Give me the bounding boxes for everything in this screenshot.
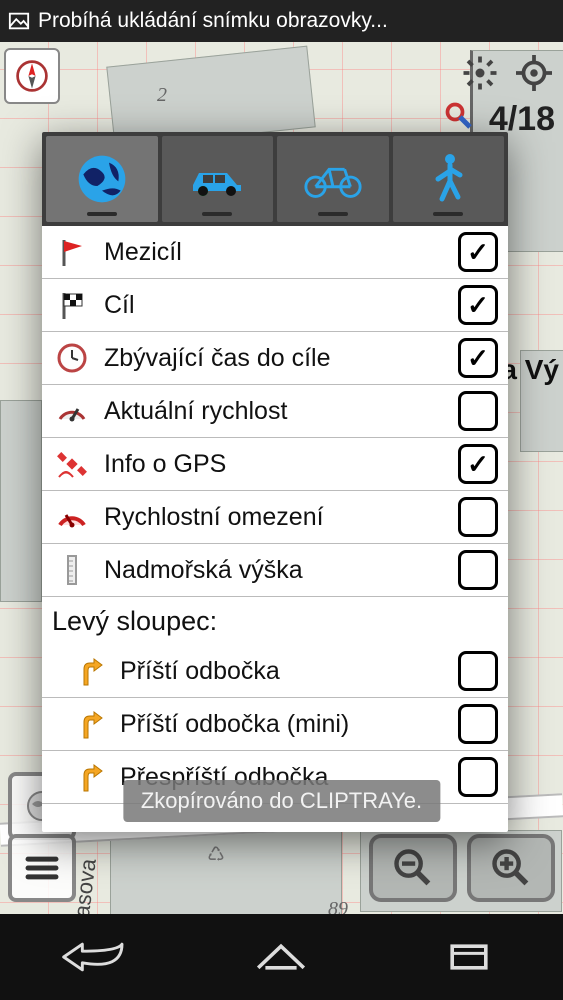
settings-list[interactable]: Mezicíl Cíl Zbývající čas do cíle Aktuální … bbox=[42, 226, 508, 832]
checkbox[interactable] bbox=[458, 285, 498, 325]
flag-checker-icon bbox=[52, 285, 92, 325]
settings-button[interactable] bbox=[457, 50, 503, 96]
compass-widget[interactable] bbox=[4, 48, 60, 104]
section-header: Levý sloupec: bbox=[42, 597, 508, 645]
satellite-icon bbox=[52, 444, 92, 484]
settings-item-label: Zbývající čas do cíle bbox=[104, 344, 458, 373]
checkbox[interactable] bbox=[458, 391, 498, 431]
settings-item-label: Mezicíl bbox=[104, 238, 458, 267]
checkbox[interactable] bbox=[458, 338, 498, 378]
toast-message: Zkopírováno do CLIPTRAYe. bbox=[123, 780, 440, 822]
zoom-out-button[interactable] bbox=[369, 834, 457, 902]
status-bar-title: Probíhá ukládání snímku obrazovky... bbox=[38, 9, 388, 33]
checkbox[interactable] bbox=[458, 651, 498, 691]
tab-browse[interactable] bbox=[46, 136, 158, 222]
zoom-in-button[interactable] bbox=[467, 834, 555, 902]
settings-item[interactable]: Aktuální rychlost bbox=[42, 385, 508, 438]
turn-arrow-icon bbox=[68, 651, 108, 691]
ruler-icon bbox=[52, 550, 92, 590]
settings-item[interactable]: Zbývající čas do cíle bbox=[42, 332, 508, 385]
picture-icon bbox=[8, 10, 30, 32]
turn-arrow-icon bbox=[68, 757, 108, 797]
clock-icon bbox=[52, 338, 92, 378]
checkbox[interactable] bbox=[458, 497, 498, 537]
gauge-red-icon bbox=[52, 497, 92, 537]
section-header-label: Levý sloupec: bbox=[52, 606, 498, 637]
settings-item[interactable]: Příští odbočka (mini) bbox=[42, 698, 508, 751]
settings-dialog: Mezicíl Cíl Zbývající čas do cíle Aktuální … bbox=[42, 132, 508, 832]
settings-item[interactable]: Info o GPS bbox=[42, 438, 508, 491]
home-button[interactable] bbox=[231, 932, 331, 982]
gauge-simple-icon bbox=[52, 391, 92, 431]
back-button[interactable] bbox=[44, 932, 144, 982]
settings-item-label: Příští odbočka (mini) bbox=[120, 710, 458, 739]
settings-item-label: Info o GPS bbox=[104, 450, 458, 479]
checkbox[interactable] bbox=[458, 232, 498, 272]
map-label-partial: a Vý bbox=[501, 354, 559, 386]
settings-item[interactable]: Příští odbočka bbox=[42, 645, 508, 698]
settings-item-label: Aktuální rychlost bbox=[104, 397, 458, 426]
locate-button[interactable] bbox=[511, 50, 557, 96]
settings-item-label: Cíl bbox=[104, 291, 458, 320]
tab-bike[interactable] bbox=[277, 136, 389, 222]
settings-item[interactable]: Rychlostní omezení bbox=[42, 491, 508, 544]
system-navbar bbox=[0, 914, 563, 1000]
flag-red-icon bbox=[52, 232, 92, 272]
checkbox[interactable] bbox=[458, 550, 498, 590]
profile-tabs bbox=[42, 132, 508, 226]
tab-car[interactable] bbox=[162, 136, 274, 222]
settings-item-label: Příští odbočka bbox=[120, 657, 458, 686]
turn-arrow-icon bbox=[68, 704, 108, 744]
settings-item[interactable]: Cíl bbox=[42, 279, 508, 332]
menu-button[interactable] bbox=[8, 834, 76, 902]
settings-item[interactable]: Mezicíl bbox=[42, 226, 508, 279]
settings-item-label: Nadmořská výška bbox=[104, 556, 458, 585]
map-house-number: 2 bbox=[157, 84, 167, 107]
checkbox[interactable] bbox=[458, 757, 498, 797]
tab-walk[interactable] bbox=[393, 136, 505, 222]
recent-apps-button[interactable] bbox=[419, 932, 519, 982]
settings-item[interactable]: Nadmořská výška bbox=[42, 544, 508, 597]
status-bar: Probíhá ukládání snímku obrazovky... bbox=[0, 0, 563, 42]
recycle-icon: ♺ bbox=[207, 842, 225, 867]
checkbox[interactable] bbox=[458, 444, 498, 484]
settings-item-label: Rychlostní omezení bbox=[104, 503, 458, 532]
checkbox[interactable] bbox=[458, 704, 498, 744]
